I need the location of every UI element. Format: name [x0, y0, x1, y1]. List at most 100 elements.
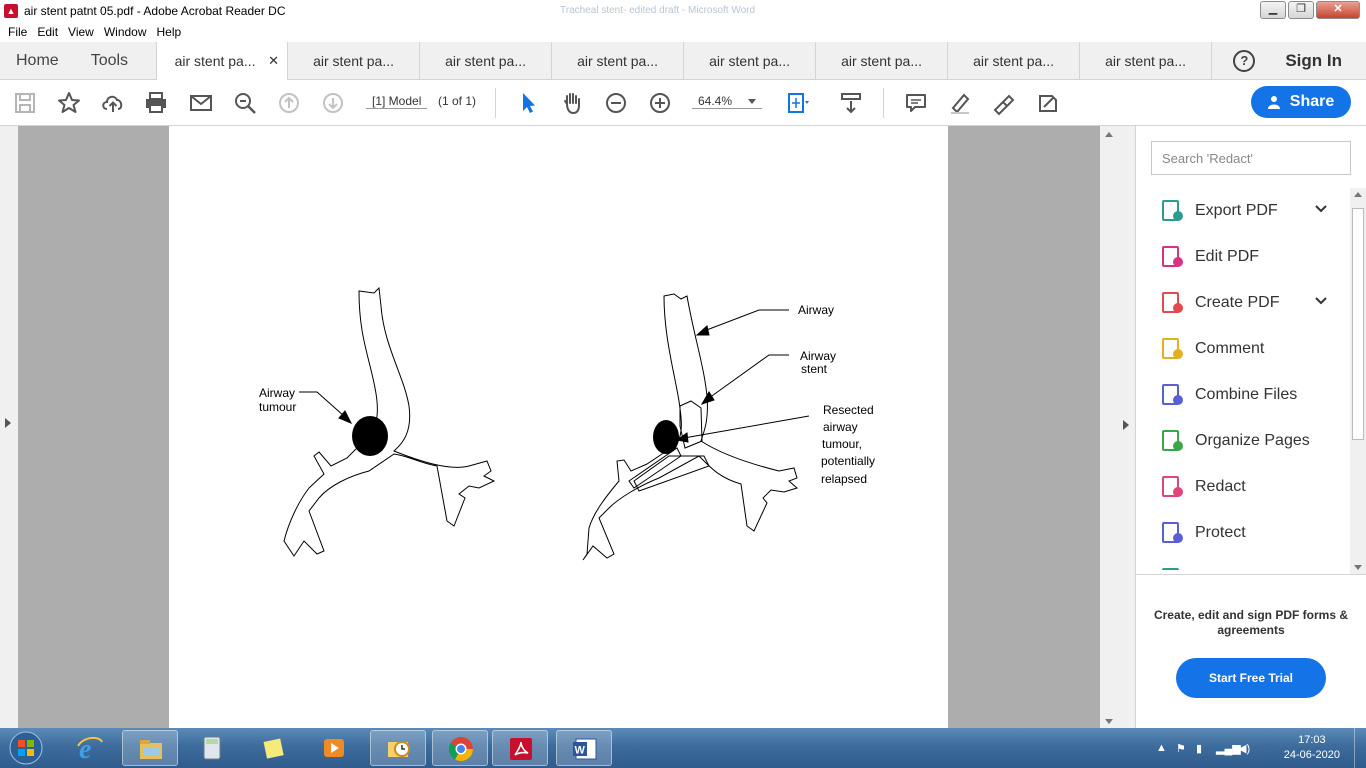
- media-player-icon: [324, 739, 344, 757]
- left-panel-toggle[interactable]: [0, 126, 18, 728]
- sign-pen-icon[interactable]: [991, 90, 1017, 116]
- tool-item[interactable]: Edit PDF: [1136, 234, 1351, 280]
- select-cursor-icon[interactable]: [515, 90, 541, 116]
- maximize-button[interactable]: ❐: [1288, 1, 1314, 19]
- taskbar-clock[interactable]: 17:03 24-06-2020: [1284, 733, 1340, 763]
- email-icon[interactable]: [188, 90, 214, 116]
- taskbar-outlook[interactable]: [370, 730, 426, 766]
- save-icon[interactable]: [12, 90, 38, 116]
- fill-sign-icon[interactable]: [1035, 90, 1061, 116]
- page-number-field[interactable]: [1] Model: [366, 94, 428, 109]
- fit-page-icon[interactable]: [784, 90, 810, 116]
- tab-home[interactable]: Home: [0, 42, 75, 80]
- document-tab[interactable]: air stent pa...: [1080, 42, 1213, 80]
- scroll-down-arrow-icon[interactable]: [1354, 565, 1362, 570]
- chevron-down-icon[interactable]: [1315, 297, 1327, 305]
- tool-item[interactable]: Redact: [1136, 464, 1351, 510]
- calculator-icon: [203, 736, 221, 760]
- create-pdf-icon: [1162, 292, 1183, 313]
- zoom-out-icon[interactable]: [603, 90, 629, 116]
- tools-search-input[interactable]: [1151, 141, 1351, 175]
- search-zoom-icon[interactable]: [232, 90, 258, 116]
- zoom-in-icon[interactable]: [647, 90, 673, 116]
- upload-cloud-icon[interactable]: [100, 90, 126, 116]
- window-title: air stent patnt 05.pdf - Adobe Acrobat R…: [24, 4, 286, 18]
- tool-item[interactable]: Compress PDF: [1136, 556, 1351, 570]
- menu-edit[interactable]: Edit: [37, 25, 58, 39]
- star-bookmark-icon[interactable]: [56, 90, 82, 116]
- right-pointers: [675, 309, 810, 443]
- resected-label-5: relapsed: [821, 472, 867, 486]
- close-window-button[interactable]: ✕: [1316, 1, 1360, 19]
- menu-window[interactable]: Window: [104, 25, 147, 39]
- right-tumour: [653, 420, 679, 454]
- left-tumour: [352, 416, 388, 456]
- taskbar-media-player[interactable]: [306, 730, 362, 766]
- hand-tool-icon[interactable]: [559, 90, 585, 116]
- share-button[interactable]: Share: [1251, 86, 1351, 118]
- word-icon: W: [573, 738, 597, 760]
- show-desktop-button[interactable]: [1354, 728, 1366, 768]
- document-tab[interactable]: air stent pa...: [420, 42, 553, 80]
- menu-file[interactable]: File: [8, 25, 27, 39]
- previous-page-icon[interactable]: [276, 90, 302, 116]
- scroll-thumb[interactable]: [1352, 208, 1364, 440]
- airway-label: Airway: [798, 303, 834, 317]
- next-page-icon[interactable]: [320, 90, 346, 116]
- tool-item[interactable]: Organize Pages: [1136, 418, 1351, 464]
- menu-view[interactable]: View: [68, 25, 94, 39]
- tool-item[interactable]: Protect: [1136, 510, 1351, 556]
- close-tab-icon[interactable]: ✕: [268, 42, 279, 80]
- scroll-down-arrow-icon[interactable]: [1105, 719, 1113, 724]
- taskbar-chrome[interactable]: [432, 730, 488, 766]
- tray-flag-icon[interactable]: ⚑: [1176, 742, 1186, 755]
- tool-item[interactable]: Comment: [1136, 326, 1351, 372]
- tray-network-icon[interactable]: ▂▄▆: [1216, 742, 1241, 755]
- clock-time: 17:03: [1298, 734, 1326, 746]
- minimize-button[interactable]: ▁: [1260, 1, 1286, 19]
- tool-label: Comment: [1195, 340, 1265, 357]
- highlight-pen-icon[interactable]: [947, 90, 973, 116]
- start-free-trial-button[interactable]: Start Free Trial: [1176, 658, 1326, 698]
- menu-help[interactable]: Help: [157, 25, 182, 39]
- taskbar-acrobat-reader[interactable]: [492, 730, 548, 766]
- tools-scrollbar[interactable]: [1350, 188, 1366, 574]
- tool-item[interactable]: Create PDF: [1136, 280, 1351, 326]
- scroll-up-arrow-icon[interactable]: [1105, 132, 1113, 137]
- taskbar-calculator[interactable]: [184, 730, 240, 766]
- tab-tools[interactable]: Tools: [75, 42, 156, 80]
- chevron-down-icon[interactable]: [1315, 205, 1327, 213]
- export-pdf-icon: [1162, 200, 1183, 221]
- tool-item[interactable]: Export PDF: [1136, 188, 1351, 234]
- document-scrollbar[interactable]: [1100, 126, 1118, 728]
- tray-volume-icon[interactable]: ◀): [1238, 742, 1250, 755]
- taskbar-word[interactable]: W: [556, 730, 612, 766]
- sign-in-button[interactable]: Sign In: [1285, 51, 1342, 71]
- comment-icon[interactable]: [903, 90, 929, 116]
- right-panel-toggle[interactable]: [1118, 126, 1136, 728]
- tray-expand-icon[interactable]: ▲: [1156, 742, 1167, 754]
- scroll-up-arrow-icon[interactable]: [1354, 192, 1362, 197]
- taskbar-sticky-notes[interactable]: [246, 730, 302, 766]
- pdf-page[interactable]: Airway tumour Airway Airway stent Resect…: [169, 126, 948, 728]
- document-tab[interactable]: air stent pa...: [288, 42, 421, 80]
- document-tab[interactable]: air stent pa...: [684, 42, 817, 80]
- taskbar-file-explorer[interactable]: [122, 730, 178, 766]
- document-tab[interactable]: air stent pa...: [948, 42, 1081, 80]
- start-button[interactable]: [4, 730, 48, 766]
- document-tab-active[interactable]: air stent pa... ✕: [156, 42, 289, 81]
- tool-item[interactable]: Combine Files: [1136, 372, 1351, 418]
- tray-power-icon[interactable]: ▮: [1196, 742, 1202, 755]
- acrobat-icon: [510, 738, 532, 760]
- collapse-arrow-icon: [1123, 420, 1129, 430]
- scroll-mode-icon[interactable]: [838, 90, 864, 116]
- document-tab[interactable]: air stent pa...: [816, 42, 949, 80]
- resected-label-2: airway: [823, 420, 858, 434]
- help-icon[interactable]: ?: [1233, 49, 1256, 72]
- background-window-title: Tracheal stent- edited draft - Microsoft…: [560, 5, 756, 16]
- document-tab[interactable]: air stent pa...: [552, 42, 685, 80]
- taskbar-internet-explorer[interactable]: e: [62, 730, 118, 766]
- print-icon[interactable]: [143, 90, 169, 116]
- zoom-level-dropdown[interactable]: 64.4%: [692, 94, 762, 109]
- panel-divider: [1136, 574, 1366, 575]
